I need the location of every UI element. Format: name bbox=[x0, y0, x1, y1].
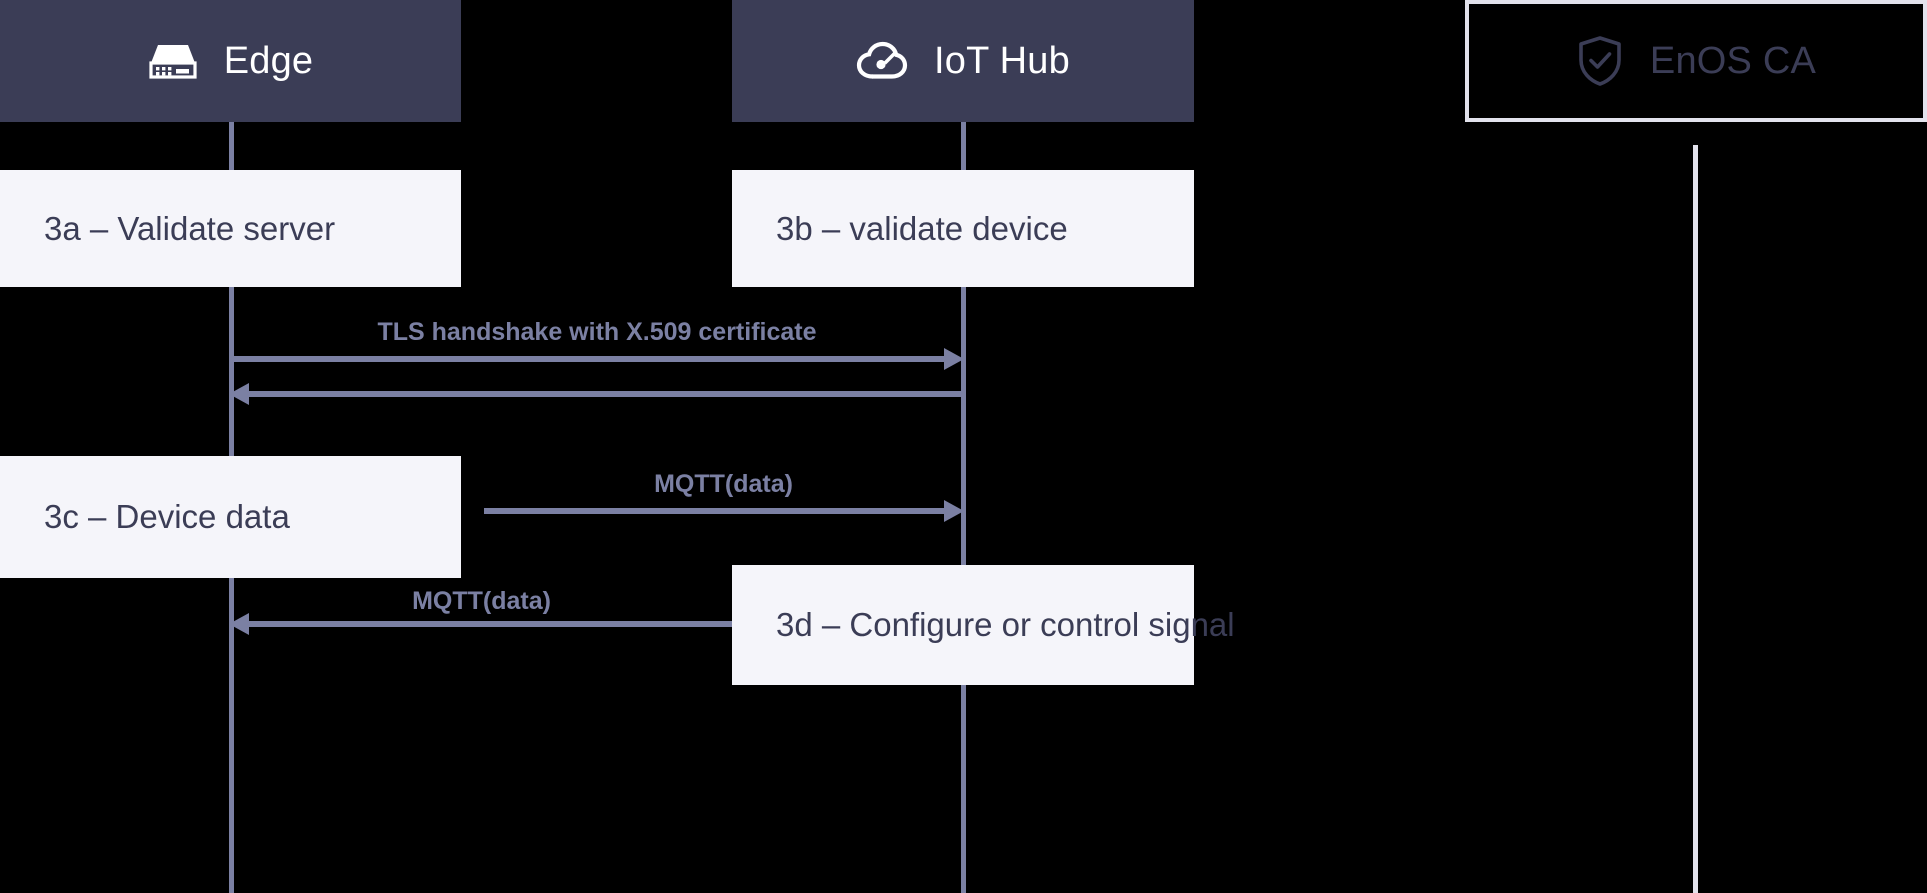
message-line-tls-response bbox=[249, 391, 963, 397]
message-arrowhead-tls-handshake bbox=[944, 348, 964, 370]
note-3d-label: 3d – Configure or control signal bbox=[776, 606, 1235, 643]
note-3b-validate-device[interactable]: 3b – validate device bbox=[732, 170, 1194, 287]
message-line-mqtt-downstream bbox=[249, 621, 732, 627]
participant-enos-ca[interactable]: EnOS CA bbox=[1465, 0, 1927, 122]
message-line-mqtt-upstream bbox=[484, 508, 946, 514]
note-3c-label: 3c – Device data bbox=[44, 498, 290, 535]
shield-check-icon bbox=[1576, 35, 1624, 87]
note-3a-validate-server[interactable]: 3a – Validate server bbox=[0, 170, 461, 287]
message-arrowhead-tls-response bbox=[229, 383, 249, 405]
participant-iot-hub[interactable]: IoT Hub bbox=[732, 0, 1194, 122]
note-3a-label: 3a – Validate server bbox=[44, 209, 336, 247]
note-3c-device-data[interactable]: 3c – Device data bbox=[0, 456, 461, 578]
participant-edge[interactable]: Edge bbox=[0, 0, 461, 122]
participant-label-enos-ca: EnOS CA bbox=[1649, 39, 1817, 82]
cloud-gauge-icon bbox=[856, 40, 908, 82]
note-3b-label: 3b – validate device bbox=[776, 209, 1068, 247]
note-3d-configure-or-control-signal[interactable]: 3d – Configure or control signal bbox=[732, 565, 1235, 685]
message-label-mqtt-downstream: MQTT(data) bbox=[412, 587, 551, 615]
message-line-tls-handshake bbox=[231, 356, 946, 362]
message-arrowhead-mqtt-upstream bbox=[944, 500, 964, 522]
edge-gateway-icon bbox=[148, 41, 198, 81]
lifeline-enos-ca bbox=[1693, 145, 1698, 893]
sequence-diagram-canvas: Edge IoT Hub EnOS CA 3a – Validate serve… bbox=[0, 0, 1927, 893]
message-label-tls-handshake: TLS handshake with X.509 certificate bbox=[377, 318, 817, 346]
participant-label-iot-hub: IoT Hub bbox=[934, 39, 1070, 82]
participant-label-edge: Edge bbox=[223, 39, 314, 82]
message-label-mqtt-upstream: MQTT(data) bbox=[654, 470, 793, 498]
message-arrowhead-mqtt-downstream bbox=[229, 613, 249, 635]
